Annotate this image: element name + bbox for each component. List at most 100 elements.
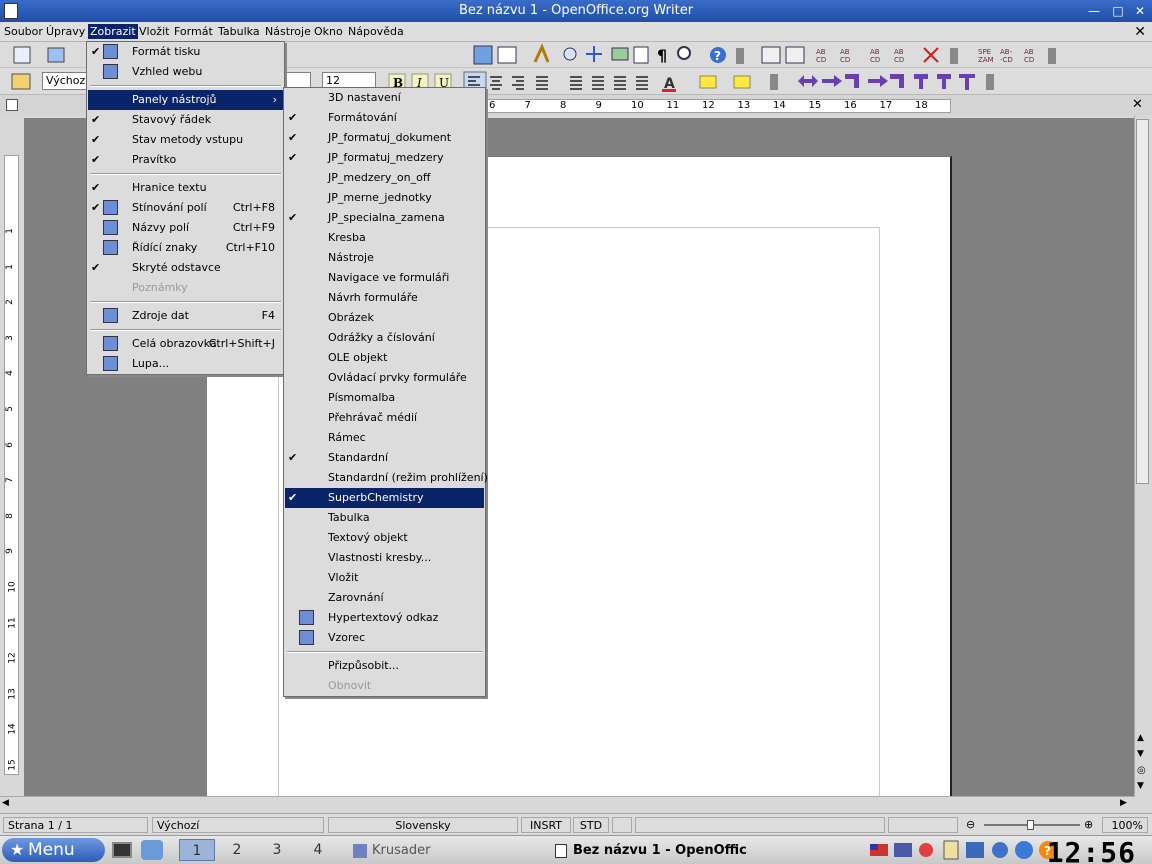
vertical-ruler[interactable]: 1 1 2 3 4 5 6 7 8 9 10 11 12 13 14 15 — [4, 155, 19, 775]
taskbar: ★ Menu 1 2 3 4 Krusader Bez názvu 1 - Ope… — [0, 835, 1152, 864]
menu-item-label: Pravítko — [132, 153, 177, 166]
system-tray[interactable]: ? — [868, 838, 1068, 864]
menu-soubor[interactable]: Soubor — [4, 25, 43, 38]
menu-item[interactable]: ✔ Stínování polí Ctrl+F8 — [88, 198, 283, 218]
menu-item[interactable]: ✔ Formát tisku — [88, 42, 283, 62]
menu-item[interactable]: ✔ Hranice textu — [88, 178, 283, 198]
menu-item-label: Formátování — [328, 111, 397, 124]
zoom-in-icon[interactable]: ⊕ — [1084, 818, 1093, 831]
menu-item-shortcut: Ctrl+F8 — [232, 201, 275, 214]
menu-okno[interactable]: Okno — [314, 25, 343, 38]
desktop-3[interactable]: 3 — [259, 839, 295, 861]
language-indicator[interactable]: Slovensky — [328, 817, 518, 833]
menu-format[interactable]: Formát — [174, 25, 213, 38]
menu-napoveda[interactable]: Nápověda — [348, 25, 404, 38]
maximize-icon[interactable]: □ — [1110, 3, 1126, 19]
menu-item[interactable]: ✔ Stav metody vstupu — [88, 130, 283, 150]
menu-item[interactable]: Kresba — [285, 228, 484, 248]
menu-item[interactable]: JP_medzery_on_off — [285, 168, 484, 188]
menu-item[interactable]: Přizpůsobit... — [285, 656, 484, 676]
next-page-icon[interactable]: ▼ — [1137, 781, 1144, 791]
clock[interactable]: 12:56 — [1047, 836, 1136, 864]
menu-item[interactable]: Nástroje — [285, 248, 484, 268]
menu-item[interactable]: Vzhled webu — [88, 62, 283, 82]
start-menu-button[interactable]: ★ Menu — [2, 838, 105, 862]
menu-item[interactable]: Odrážky a číslování — [285, 328, 484, 348]
menu-item[interactable]: Ovládací prvky formuláře — [285, 368, 484, 388]
menu-item[interactable]: Lupa... — [88, 354, 283, 374]
menu-item[interactable]: ✔ Stavový řádek — [88, 110, 283, 130]
svg-text:AB: AB — [816, 48, 826, 56]
menu-item-label: Kresba — [328, 231, 366, 244]
menu-item[interactable]: Celá obrazovka Ctrl+Shift+J — [88, 334, 283, 354]
menu-item-label: Vzhled webu — [132, 65, 203, 78]
menu-item[interactable]: Řídící znaky Ctrl+F10 — [88, 238, 283, 258]
close-ruler-icon[interactable]: ✕ — [1132, 97, 1143, 112]
file-manager-icon[interactable] — [141, 840, 163, 860]
menu-tabulka[interactable]: Tabulka — [218, 25, 260, 38]
desktop-4[interactable]: 4 — [300, 839, 336, 861]
horizontal-scrollbar[interactable]: ◀ ▶ — [0, 796, 1134, 812]
menu-item[interactable]: Návrh formuláře — [285, 288, 484, 308]
horizontal-ruler[interactable]: 6 7 8 9 10 11 12 13 14 15 16 17 18 — [486, 99, 951, 113]
scroll-up-icon[interactable]: ▲ — [1137, 733, 1144, 743]
menu-item[interactable]: ✔ Skryté odstavce — [88, 258, 283, 278]
menu-item[interactable]: Obrázek — [285, 308, 484, 328]
minimize-icon[interactable]: — — [1086, 3, 1102, 19]
menu-item[interactable]: Přehrávač médií — [285, 408, 484, 428]
menu-item[interactable]: ✔ Formátování — [285, 108, 484, 128]
task-krusader[interactable]: Krusader — [372, 840, 430, 862]
menu-item[interactable]: Panely nástrojů › — [88, 90, 283, 110]
menu-item[interactable]: ✔ JP_formatuj_medzery — [285, 148, 484, 168]
menu-item[interactable]: ✔ Standardní — [285, 448, 484, 468]
vertical-scrollbar[interactable]: ▲ ▼ ◎ ▼ — [1134, 115, 1150, 797]
menu-item[interactable]: Vložit — [285, 568, 484, 588]
menu-item[interactable]: Vlastnosti kresby... — [285, 548, 484, 568]
selection-mode-indicator[interactable]: STD — [573, 817, 609, 833]
menu-item[interactable]: ✔ JP_specialna_zamena — [285, 208, 484, 228]
menu-upravy[interactable]: Úpravy — [46, 25, 85, 38]
menu-item[interactable]: Písmomalba — [285, 388, 484, 408]
vruler-mark: 1 — [4, 228, 15, 234]
vruler-mark: 13 — [7, 688, 18, 700]
menu-item[interactable]: Zarovnání — [285, 588, 484, 608]
svg-text:-CD: -CD — [1000, 56, 1013, 64]
zoom-value[interactable]: 100% — [1102, 817, 1148, 833]
zoom-out-icon[interactable]: ⊖ — [966, 818, 975, 831]
menu-item[interactable]: Standardní (režim prohlížení) — [285, 468, 488, 488]
menu-item[interactable]: Zdroje dat F4 — [88, 306, 283, 326]
menu-zobrazit[interactable]: Zobrazit — [88, 24, 138, 39]
desktop-2[interactable]: 2 — [219, 839, 255, 861]
zoom-slider-handle[interactable] — [1027, 820, 1034, 830]
scroll-left-icon[interactable]: ◀ — [2, 798, 9, 808]
menu-item[interactable]: 3D nastavení — [285, 88, 484, 108]
menu-nastroje[interactable]: Nástroje — [265, 25, 311, 38]
menu-item[interactable]: Tabulka — [285, 508, 484, 528]
page-style-indicator[interactable]: Výchozí — [152, 817, 324, 833]
close-window-icon[interactable]: ✕ — [1132, 3, 1148, 19]
menu-item[interactable]: ✔ Pravítko — [88, 150, 283, 170]
menu-item[interactable]: Vzorec — [285, 628, 484, 648]
menu-item[interactable]: Názvy polí Ctrl+F9 — [88, 218, 283, 238]
menu-item[interactable]: ✔ JP_formatuj_dokument — [285, 128, 484, 148]
menu-item[interactable]: JP_merne_jednotky — [285, 188, 484, 208]
task-writer[interactable]: Bez názvu 1 - OpenOffic — [573, 840, 753, 862]
terminal-icon[interactable] — [112, 842, 132, 858]
desktop-1[interactable]: 1 — [179, 839, 215, 861]
scroll-down-icon[interactable]: ▼ — [1137, 749, 1144, 759]
menu-vlozit[interactable]: Vložit — [139, 25, 169, 38]
page-indicator[interactable]: Strana 1 / 1 — [3, 817, 148, 833]
menu-item[interactable]: Rámec — [285, 428, 484, 448]
scrollbar-thumb[interactable] — [1136, 119, 1149, 484]
navigator-icon[interactable]: ◎ — [1137, 765, 1146, 776]
scroll-right-icon[interactable]: ▶ — [1120, 798, 1127, 808]
tab-selector[interactable] — [6, 99, 18, 111]
insert-mode-indicator[interactable]: INSRT — [521, 817, 571, 833]
menu-item[interactable]: OLE objekt — [285, 348, 484, 368]
menu-item[interactable]: Hypertextový odkaz — [285, 608, 484, 628]
close-document-icon[interactable]: ✕ — [1134, 24, 1146, 40]
menu-item[interactable]: ✔ SuperbChemistry — [285, 488, 484, 508]
menu-item[interactable]: Textový objekt — [285, 528, 484, 548]
view-layout-icon[interactable] — [888, 817, 958, 833]
menu-item[interactable]: Navigace ve formuláři — [285, 268, 484, 288]
